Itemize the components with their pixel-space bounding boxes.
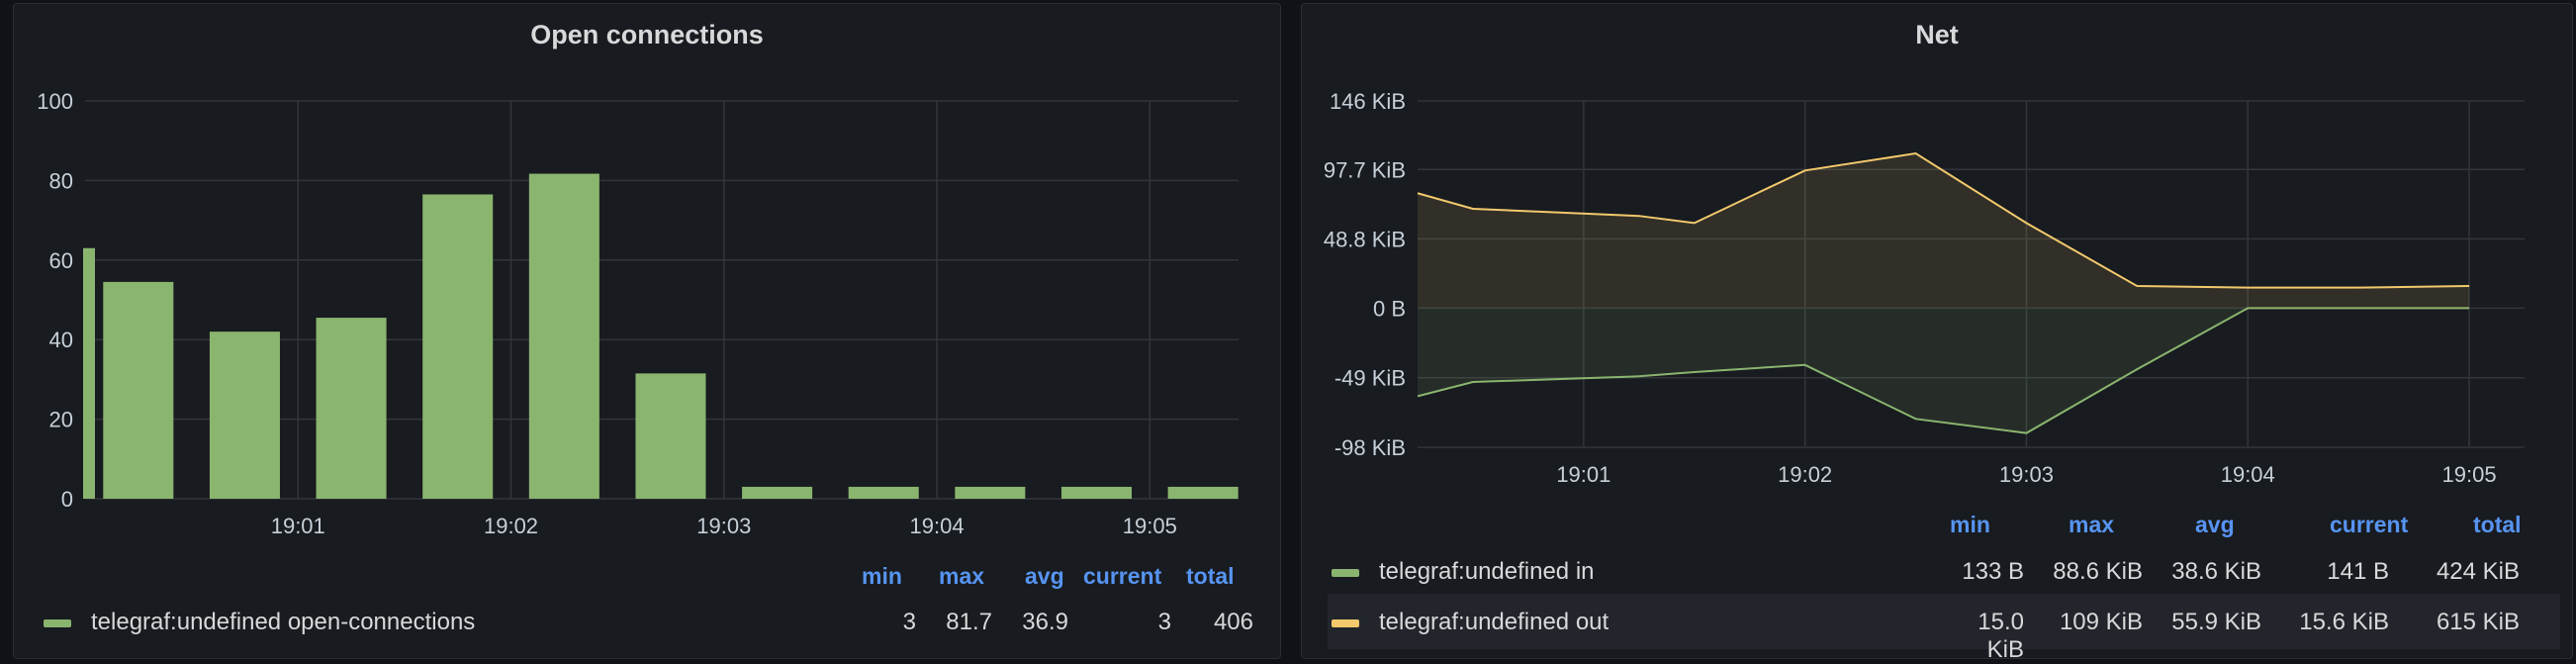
legend-series-open-connections[interactable]: telegraf:undefined open-connections bbox=[91, 609, 475, 636]
legend-value-total: 424 KiB bbox=[2436, 558, 2520, 585]
legend-value-current: 15.6 KiB bbox=[2299, 609, 2389, 635]
y-tick-label: 97.7 KiB bbox=[1324, 157, 1406, 182]
legend-header-current[interactable]: current bbox=[1083, 563, 1192, 590]
legend-header-total[interactable]: total bbox=[2473, 512, 2522, 538]
legend-value-current: 141 B bbox=[2327, 558, 2389, 585]
series-area bbox=[1418, 308, 2470, 433]
bar bbox=[209, 332, 280, 499]
bar bbox=[742, 486, 813, 499]
y-tick-label: 60 bbox=[49, 248, 73, 273]
bar bbox=[316, 318, 387, 499]
y-tick-label: 40 bbox=[49, 328, 73, 352]
legend-header-max[interactable]: max bbox=[939, 563, 1008, 590]
net-panel: Net 146 KiB 97.7 KiB 48.8 KiB 0 B -49 KiB -98… bbox=[1301, 3, 2573, 663]
legend-value-max: 109 KiB bbox=[2059, 609, 2143, 635]
bar bbox=[1167, 486, 1239, 499]
legend-value-max: 88.6 KiB bbox=[2053, 558, 2143, 585]
x-tick-label: 19:04 bbox=[910, 514, 965, 538]
legend-swatch-open-connections[interactable] bbox=[44, 619, 71, 627]
legend-series-out[interactable]: telegraf:undefined out bbox=[1379, 609, 1609, 636]
legend-header-min[interactable]: min bbox=[1950, 512, 1990, 538]
legend-header-avg[interactable]: avg bbox=[2195, 512, 2235, 538]
x-tick-label: 19:05 bbox=[2442, 462, 2497, 487]
open-connections-panel: Open connections 100 80 60 40 20 0 19:01 19:02 1… bbox=[13, 3, 1281, 659]
series-area bbox=[1418, 153, 2470, 309]
bar bbox=[848, 486, 919, 499]
bar bbox=[83, 247, 95, 499]
bar bbox=[422, 194, 494, 499]
y-tick-label: 0 B bbox=[1373, 296, 1406, 321]
y-tick-label: -49 KiB bbox=[1334, 366, 1406, 391]
x-tick-label: 19:03 bbox=[1999, 462, 2054, 487]
x-tick-label: 19:01 bbox=[271, 514, 325, 538]
legend-swatch-out[interactable] bbox=[1332, 619, 1359, 627]
y-tick-label: 48.8 KiB bbox=[1324, 227, 1406, 251]
legend-value-total: 615 KiB bbox=[2436, 609, 2520, 635]
x-tick-label: 19:04 bbox=[2221, 462, 2275, 487]
legend-swatch-in[interactable] bbox=[1332, 569, 1359, 577]
bar bbox=[528, 173, 599, 500]
legend-value-avg: 38.6 KiB bbox=[2171, 558, 2261, 585]
x-tick-label: 19:02 bbox=[484, 514, 538, 538]
x-tick-label: 19:02 bbox=[1778, 462, 1832, 487]
x-tick-label: 19:05 bbox=[1123, 514, 1177, 538]
y-tick-label: 0 bbox=[61, 487, 73, 512]
legend-value-min: 133 B bbox=[1962, 558, 2024, 585]
bar bbox=[103, 281, 174, 499]
legend-value-avg: 36.9 bbox=[1022, 609, 1068, 635]
legend-value-max: 81.7 bbox=[946, 609, 992, 635]
bar bbox=[1060, 486, 1133, 499]
y-tick-label: 100 bbox=[37, 89, 73, 114]
y-tick-label: 20 bbox=[49, 408, 73, 432]
legend-header-min[interactable]: min bbox=[862, 563, 931, 590]
legend-value-current: 3 bbox=[1157, 609, 1171, 635]
bar bbox=[955, 486, 1026, 499]
legend-header-current[interactable]: current bbox=[2330, 512, 2408, 538]
open-connections-chart: 100 80 60 40 20 0 19:01 19:02 19:03 19:04 19:05 bbox=[37, 89, 1239, 538]
legend-value-min: 3 bbox=[902, 609, 916, 635]
net-chart: 146 KiB 97.7 KiB 48.8 KiB 0 B -49 KiB -98 KiB… bbox=[1324, 89, 2525, 487]
bar bbox=[635, 373, 706, 499]
legend-value-avg: 55.9 KiB bbox=[2171, 609, 2261, 635]
y-tick-label: -98 KiB bbox=[1334, 435, 1406, 460]
legend-value-total: 406 bbox=[1213, 609, 1253, 635]
x-tick-label: 19:01 bbox=[1556, 462, 1610, 487]
legend-value-min: 15.0 KiB bbox=[1978, 609, 2024, 663]
y-tick-label: 146 KiB bbox=[1330, 89, 1406, 114]
legend-series-in[interactable]: telegraf:undefined in bbox=[1379, 558, 1595, 586]
y-tick-label: 80 bbox=[49, 168, 73, 193]
legend-header-max[interactable]: max bbox=[2069, 512, 2114, 538]
legend-header-total[interactable]: total bbox=[1186, 563, 1265, 590]
x-tick-label: 19:03 bbox=[696, 514, 751, 538]
